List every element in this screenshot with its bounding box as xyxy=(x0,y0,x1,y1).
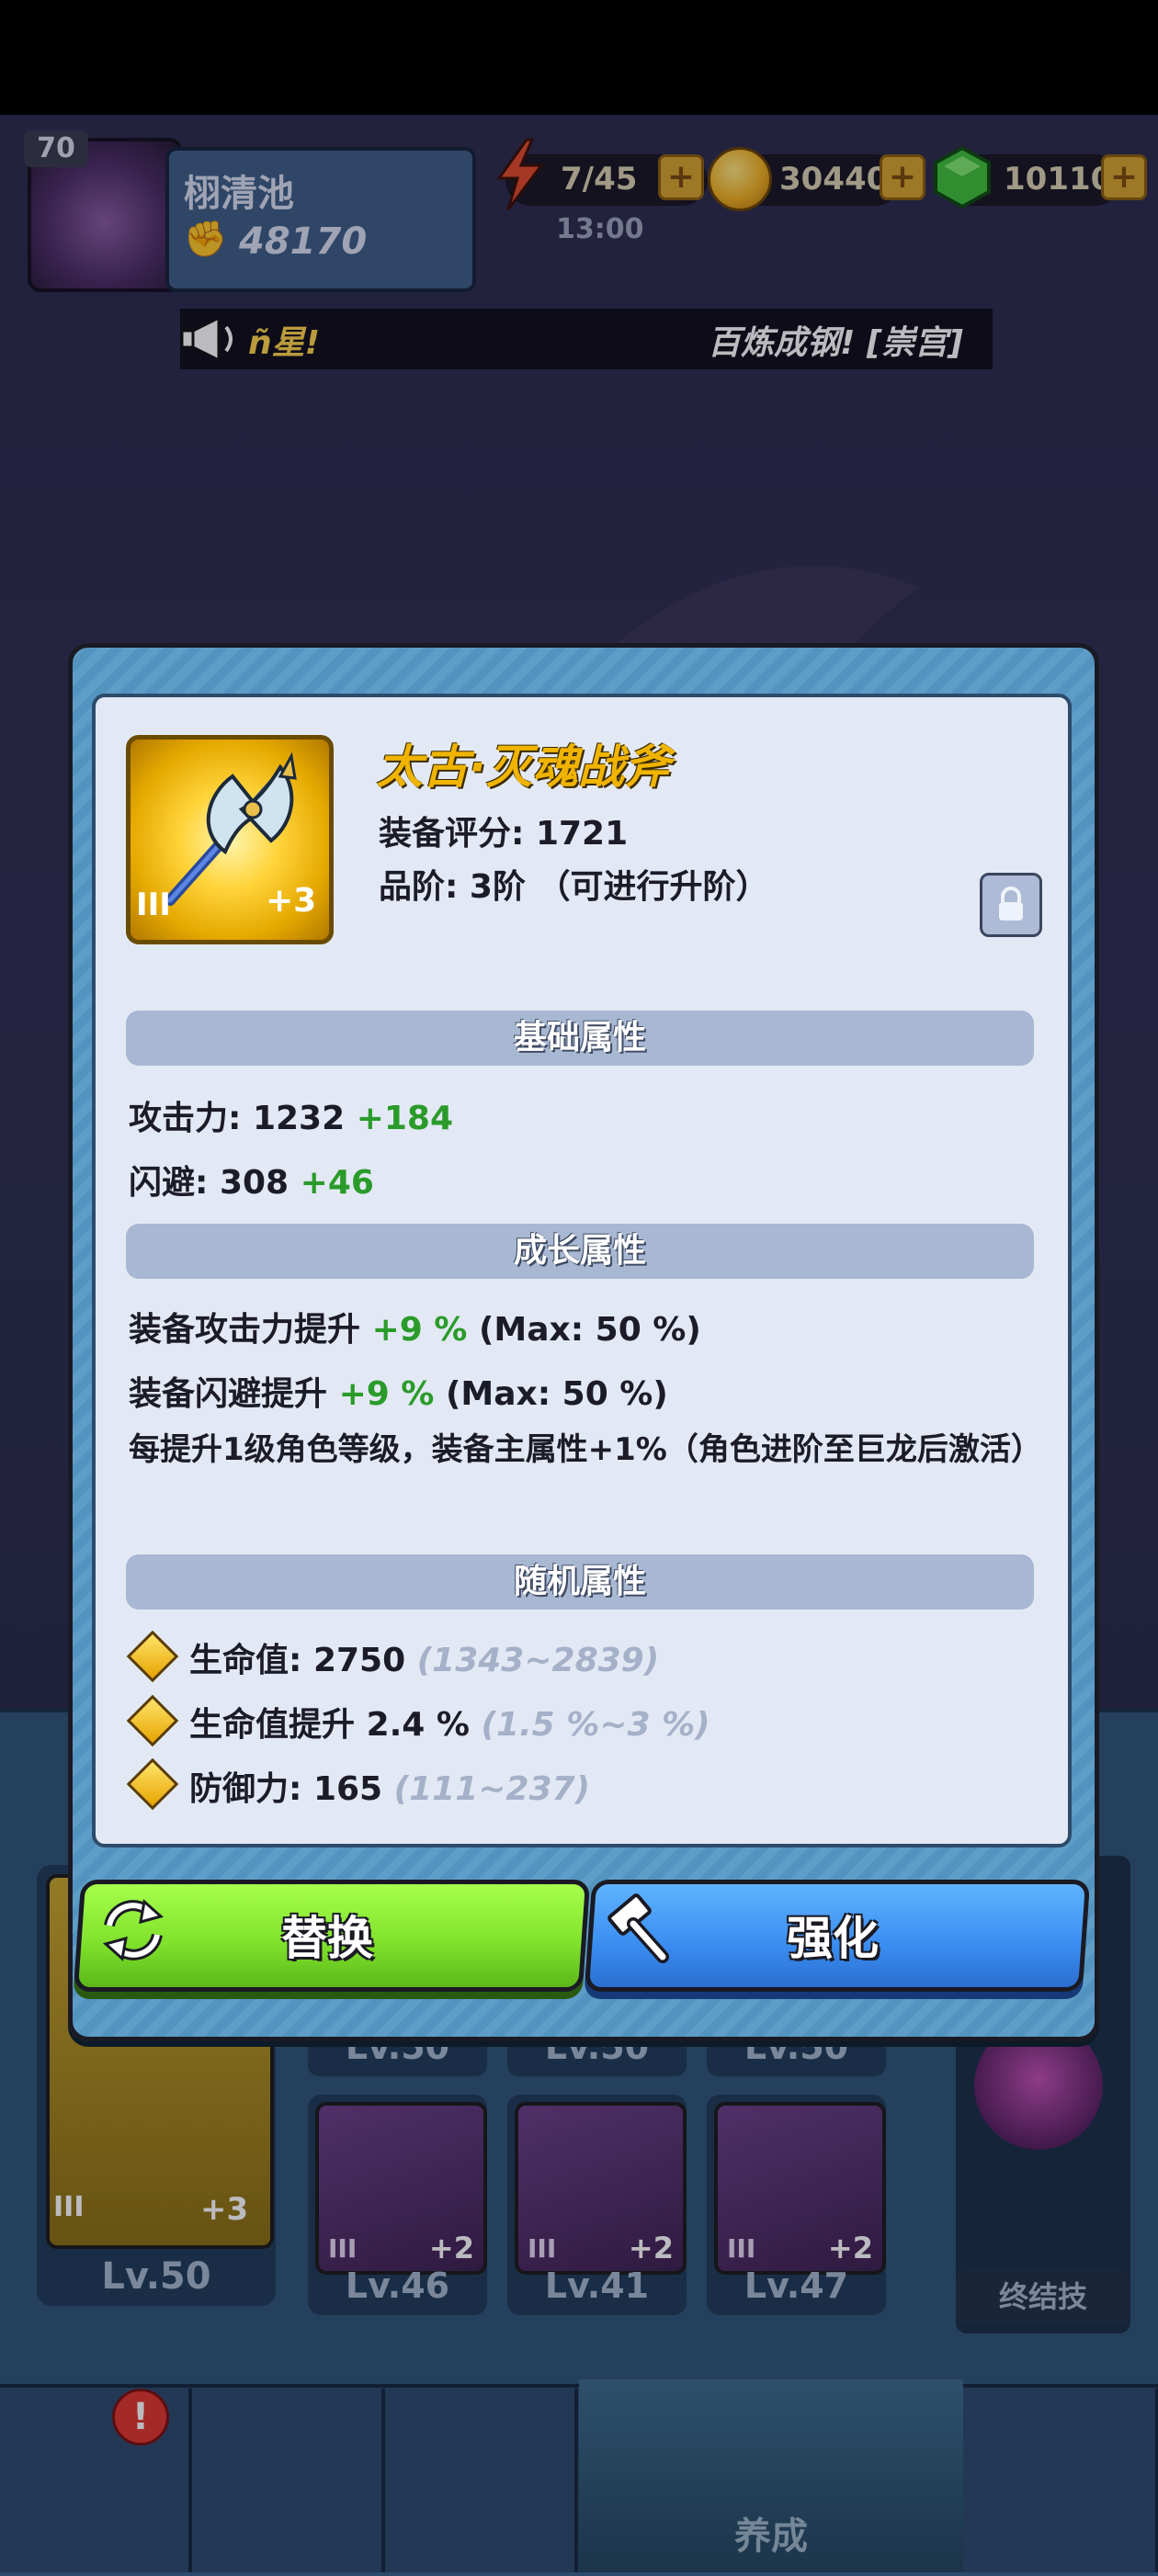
replace-label: 替换 xyxy=(281,1912,373,1965)
equipment-score: 装备评分: 1721 xyxy=(379,807,628,854)
equipment-score-value: 1721 xyxy=(535,815,629,853)
growth-dodge-boost: 装备闪避提升 +9 % (Max: 50 %) xyxy=(129,1367,668,1415)
stat-value: 308 xyxy=(219,1164,290,1202)
growth-bonus: +9 % xyxy=(338,1375,435,1413)
stat-value: 1232 xyxy=(252,1100,346,1137)
equipment-grade: III xyxy=(136,887,171,923)
random-stat-value: 165 xyxy=(312,1770,383,1808)
random-stat-label: 生命值提升 xyxy=(189,1706,356,1744)
stat-bonus: +184 xyxy=(356,1100,454,1137)
equipment-score-label: 装备评分: xyxy=(379,815,525,853)
section-growth-attributes: 成长属性 xyxy=(126,1224,1034,1279)
growth-bonus: +9 % xyxy=(371,1311,468,1349)
stat-label: 闪避: xyxy=(129,1164,209,1202)
random-stat-label: 生命值: xyxy=(189,1642,302,1679)
random-stat-range: (111~237) xyxy=(393,1770,591,1808)
equipment-enhance-level: +3 xyxy=(266,882,317,920)
stat-label: 攻击力: xyxy=(129,1100,242,1137)
growth-max: (Max: 50 %) xyxy=(478,1311,701,1349)
random-stat-value: 2.4 % xyxy=(366,1706,470,1744)
enhance-label: 强化 xyxy=(787,1912,879,1965)
stat-attack: 攻击力: 1232 +184 xyxy=(129,1091,453,1139)
random-stat-value: 2750 xyxy=(312,1642,406,1679)
equipment-name: 太古·灭魂战斧 xyxy=(377,740,670,794)
random-stat-range: (1.5 %~3 %) xyxy=(481,1706,710,1744)
system-status-bar xyxy=(0,0,1158,115)
random-stat-defense: 防御力: 165 (111~237) xyxy=(189,1762,590,1810)
growth-label: 装备攻击力提升 xyxy=(129,1311,361,1349)
lock-icon xyxy=(999,887,1023,921)
growth-label: 装备闪避提升 xyxy=(129,1375,328,1413)
growth-attack-boost: 装备攻击力提升 +9 % (Max: 50 %) xyxy=(129,1303,701,1350)
equipment-tier: 品阶: 3阶 （可进行升阶） xyxy=(379,868,769,906)
growth-max: (Max: 50 %) xyxy=(445,1375,668,1413)
growth-note: 每提升1级角色等级，装备主属性+1%（角色进阶至巨龙后激活） xyxy=(129,1431,1042,1468)
stat-dodge: 闪避: 308 +46 xyxy=(129,1156,374,1203)
random-stat-hp-boost: 生命值提升 2.4 % (1.5 %~3 %) xyxy=(189,1698,710,1746)
lock-button[interactable] xyxy=(980,873,1042,937)
section-basic-attributes: 基础属性 xyxy=(126,1011,1034,1066)
stat-bonus: +46 xyxy=(300,1164,374,1202)
section-random-attributes: 随机属性 xyxy=(126,1554,1034,1610)
random-stat-hp: 生命值: 2750 (1343~2839) xyxy=(189,1633,659,1681)
random-stat-label: 防御力: xyxy=(189,1770,302,1808)
random-stat-range: (1343~2839) xyxy=(416,1642,660,1679)
